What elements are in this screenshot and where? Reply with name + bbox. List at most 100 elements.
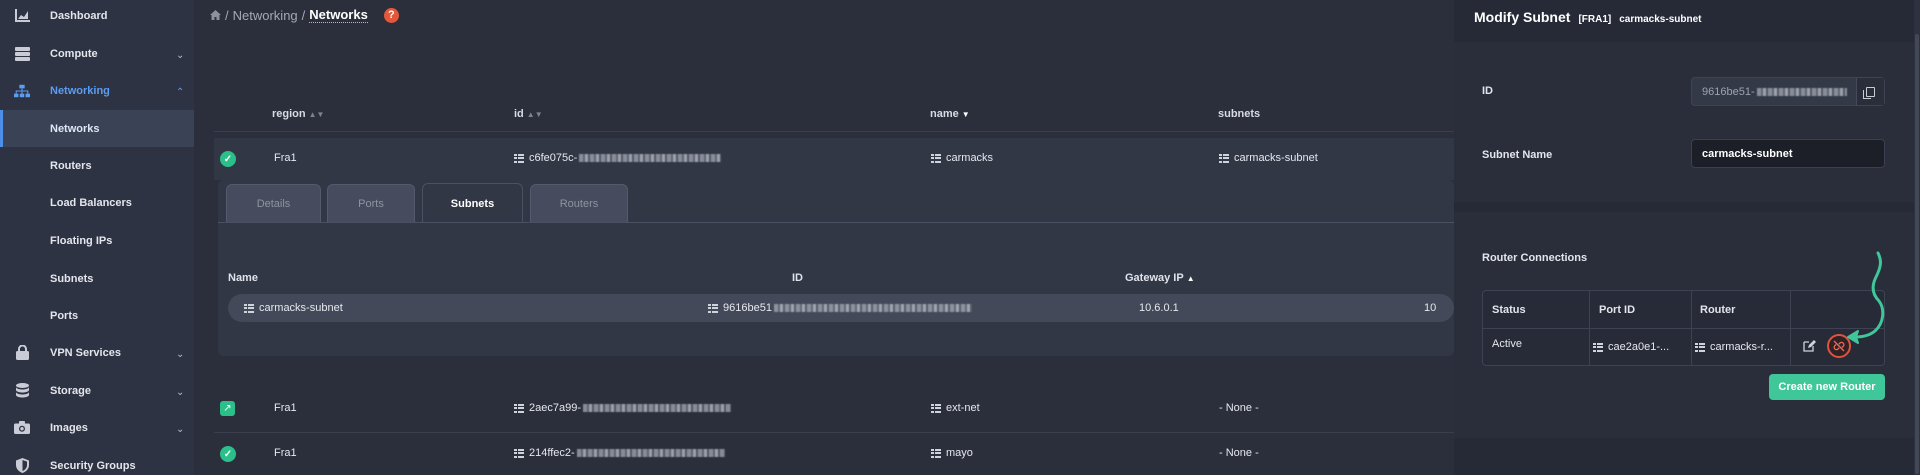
chart-icon	[14, 8, 30, 24]
sidebar-item-floating-ips[interactable]: Floating IPs	[0, 222, 194, 259]
subnet-cidr: 10	[1424, 302, 1437, 314]
sidebar-item-label: Dashboard	[50, 9, 108, 22]
annotation-arrow-icon	[1847, 251, 1885, 344]
table-icon	[514, 403, 524, 413]
tab-divider	[218, 222, 1454, 223]
sidebar-item-label: Images	[50, 421, 88, 434]
panel-subnet-name: carmacks-subnet	[1619, 14, 1702, 25]
router-connections-label: Router Connections	[1482, 252, 1588, 264]
tab-ports[interactable]: Ports	[327, 184, 415, 222]
row-id[interactable]: c6fe075c-	[514, 152, 722, 164]
sidebar-item-label: VPN Services	[50, 346, 121, 359]
sidebar-item-label: Networks	[50, 122, 100, 135]
table-icon	[1593, 342, 1603, 352]
rc-status: Active	[1492, 338, 1522, 350]
row-name[interactable]: carmacks	[931, 152, 993, 164]
sidebar-item-subnets[interactable]: Subnets	[0, 260, 194, 297]
sidebar-item-networking[interactable]: Networking ⌃	[0, 72, 194, 109]
table-header: region ▲▼ id ▲▼ name ▼ subnets	[218, 104, 1454, 128]
sidebar-item-label: Compute	[50, 47, 98, 60]
rc-router[interactable]: carmacks-r...	[1695, 341, 1773, 353]
copy-button[interactable]	[1856, 78, 1884, 105]
sidebar-item-label: Storage	[50, 384, 91, 397]
row-name[interactable]: mayo	[931, 447, 973, 459]
panel-title: Modify Subnet	[1474, 9, 1571, 25]
column-header-region[interactable]: region ▲▼	[272, 108, 324, 120]
rc-header-status: Status	[1492, 304, 1526, 316]
shield-icon	[14, 458, 30, 474]
row-subnets[interactable]: carmacks-subnet	[1219, 152, 1318, 164]
table-icon	[1695, 342, 1705, 352]
row-region: Fra1	[274, 152, 297, 164]
rc-port-id[interactable]: cae2a0e1-...	[1593, 341, 1669, 353]
scrollbar-thumb[interactable]	[1915, 34, 1919, 474]
subnet-row[interactable]: carmacks-subnet 9616be51 10.6.0.1 10	[228, 294, 1454, 322]
sidebar-item-networks[interactable]: Networks	[0, 110, 194, 147]
sidebar-item-vpn-services[interactable]: VPN Services ⌄	[0, 334, 194, 371]
table-row[interactable]: ✓ Fra1 214ffec2- mayo - None -	[214, 433, 1454, 475]
home-icon[interactable]	[210, 8, 221, 23]
sidebar-item-security-groups[interactable]: Security Groups	[0, 447, 194, 475]
breadcrumb-networking[interactable]: Networking	[233, 8, 298, 23]
row-subnets: - None -	[1219, 447, 1259, 459]
external-network-icon: ↗	[220, 401, 235, 416]
chevron-up-icon: ⌃	[176, 86, 185, 98]
chevron-down-icon: ⌄	[176, 386, 185, 398]
sidebar-item-images[interactable]: Images ⌄	[0, 409, 194, 446]
sidebar-item-ports[interactable]: Ports	[0, 297, 194, 334]
row-id[interactable]: 2aec7a99-	[514, 402, 731, 414]
sidebar-item-storage[interactable]: Storage ⌄	[0, 372, 194, 409]
help-icon[interactable]: ?	[383, 7, 399, 23]
redacted-text	[773, 304, 972, 312]
create-new-router-button[interactable]: Create new Router	[1769, 374, 1885, 400]
column-header-id[interactable]: id ▲▼	[514, 108, 543, 120]
sidebar-item-label: Ports	[50, 309, 79, 322]
row-region: Fra1	[274, 402, 297, 414]
breadcrumb: / Networking / Networks ?	[210, 7, 399, 23]
table-row[interactable]: ↗ Fra1 2aec7a99- ext-net - None -	[214, 388, 1454, 430]
copy-icon	[1863, 86, 1875, 99]
camera-icon	[14, 420, 30, 436]
redacted-text	[576, 449, 725, 457]
sidebar-item-load-balancers[interactable]: Load Balancers	[0, 184, 194, 221]
subnet-column-gateway[interactable]: Gateway IP ▲	[1125, 272, 1195, 284]
server-icon	[14, 46, 30, 62]
subnet-gateway: 10.6.0.1	[1139, 302, 1179, 314]
tab-details[interactable]: Details	[226, 184, 321, 222]
region-badge: [FRA1]	[1578, 14, 1612, 25]
id-field[interactable]: 9616be51-	[1691, 77, 1885, 106]
column-header-subnets[interactable]: subnets	[1218, 108, 1260, 120]
table-icon	[708, 303, 718, 313]
row-subnets: - None -	[1219, 402, 1259, 414]
table-icon	[244, 303, 254, 313]
sidebar-item-label: Load Balancers	[50, 196, 132, 209]
sidebar-item-compute[interactable]: Compute ⌄	[0, 35, 194, 72]
status-active-icon: ✓	[220, 151, 236, 167]
table-icon	[514, 153, 524, 163]
breadcrumb-current: Networks	[309, 7, 368, 23]
subnet-id[interactable]: 9616be51	[708, 302, 972, 314]
subnet-name[interactable]: carmacks-subnet	[244, 302, 343, 314]
sort-icon: ▲▼	[526, 110, 543, 119]
subnet-name-label: Subnet Name	[1482, 149, 1553, 161]
table-icon	[931, 448, 941, 458]
sidebar-item-dashboard[interactable]: Dashboard	[0, 0, 194, 34]
subnet-name-input[interactable]: carmacks-subnet	[1691, 139, 1885, 168]
id-label: ID	[1482, 85, 1493, 97]
column-header-name[interactable]: name ▼	[930, 108, 970, 120]
table-icon	[931, 403, 941, 413]
table-row[interactable]: ✓ Fra1 c6fe075c- carmacks carmacks-subne…	[214, 138, 1454, 180]
scrollbar[interactable]	[1914, 0, 1920, 475]
panel-header: Modify Subnet [FRA1] carmacks-subnet	[1474, 9, 1701, 25]
table-icon	[931, 153, 941, 163]
tab-subnets[interactable]: Subnets	[422, 183, 523, 223]
redacted-text	[1756, 87, 1847, 96]
tab-routers[interactable]: Routers	[530, 184, 628, 222]
sidebar-item-routers[interactable]: Routers	[0, 147, 194, 184]
edit-icon[interactable]	[1803, 340, 1817, 354]
modify-subnet-panel: Modify Subnet [FRA1] carmacks-subnet ID …	[1454, 0, 1920, 475]
row-id[interactable]: 214ffec2-	[514, 447, 725, 459]
chevron-down-icon: ⌄	[176, 348, 185, 360]
row-name[interactable]: ext-net	[931, 402, 980, 414]
sidebar-item-label: Networking	[50, 84, 110, 97]
